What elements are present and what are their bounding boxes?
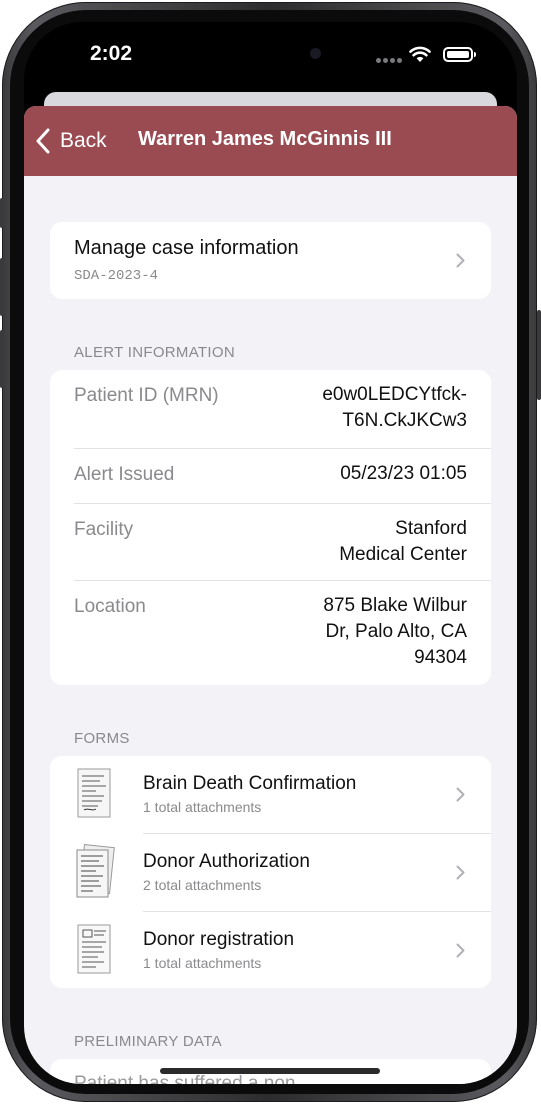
form-item-donor-registration[interactable]: Donor registration 1 total attachments: [50, 912, 491, 988]
row-value: Stanford Medical Center: [257, 516, 467, 568]
row-value: 875 Blake Wilbur Dr, Palo Alto, CA 94304: [257, 593, 467, 671]
home-indicator[interactable]: [160, 1068, 380, 1074]
manage-case-card[interactable]: Manage case information SDA-2023-4: [50, 222, 491, 299]
camera-icon: [310, 48, 321, 59]
document-thumbnail-icon: [77, 924, 111, 974]
chevron-right-icon: [456, 865, 465, 880]
row-label: Patient ID (MRN): [74, 385, 219, 406]
facility-value-line1: Stanford: [395, 518, 467, 539]
alert-row-mrn: Patient ID (MRN) e0w0LEDCYtfck- T6N.CkJK…: [50, 370, 491, 448]
back-button[interactable]: Back: [36, 124, 107, 158]
alert-row-location: Location 875 Blake Wilbur Dr, Palo Alto,…: [50, 581, 491, 685]
form-attachments: 1 total attachments: [143, 955, 262, 971]
facility-value-line2: Medical Center: [339, 544, 467, 565]
row-label: Alert Issued: [74, 464, 175, 485]
row-value: e0w0LEDCYtfck- T6N.CkJKCw3: [257, 382, 467, 434]
signal-icon: [376, 58, 402, 64]
document-thumbnail-icon: [77, 768, 111, 818]
alert-row-facility: Facility Stanford Medical Center: [50, 504, 491, 580]
chevron-right-icon: [456, 943, 465, 958]
back-chevron-icon: [36, 128, 50, 154]
section-header-alert: ALERT INFORMATION: [74, 344, 235, 361]
case-id: SDA-2023-4: [74, 268, 159, 284]
form-attachments: 1 total attachments: [143, 799, 262, 815]
manage-case-title: Manage case information: [74, 237, 299, 259]
screen: 2:02 Back Warren James McGinnis III Mana…: [24, 22, 517, 1084]
chevron-right-icon: [456, 253, 465, 268]
battery-icon: [443, 47, 476, 62]
form-title: Donor registration: [143, 929, 295, 950]
section-header-preliminary: PRELIMINARY DATA: [74, 1033, 222, 1050]
volume-down-button: [0, 330, 4, 388]
row-label: Location: [74, 596, 146, 617]
status-bar: 2:02: [24, 22, 517, 92]
preliminary-text: Patient has suffered a non: [74, 1073, 296, 1084]
form-attachments: 2 total attachments: [143, 877, 262, 893]
alert-row-issued: Alert Issued 05/23/23 01:05: [50, 449, 491, 503]
row-value: 05/23/23 01:05: [257, 461, 467, 487]
chevron-right-icon: [456, 787, 465, 802]
navigation-bar: Back Warren James McGinnis III: [24, 106, 517, 176]
mrn-value-line1: e0w0LEDCYtfck-: [322, 384, 467, 405]
form-title: Brain Death Confirmation: [143, 773, 357, 794]
status-time: 2:02: [90, 42, 133, 65]
dynamic-island: [209, 34, 335, 71]
action-button: [0, 198, 4, 228]
row-label: Facility: [74, 519, 134, 540]
form-item-brain-death[interactable]: Brain Death Confirmation 1 total attachm…: [50, 756, 491, 833]
form-title: Donor Authorization: [143, 851, 310, 872]
volume-up-button: [0, 258, 4, 316]
location-value-line1: 875 Blake Wilbur: [323, 595, 467, 616]
page-title: Warren James McGinnis III: [138, 128, 392, 150]
alert-info-card: Patient ID (MRN) e0w0LEDCYtfck- T6N.CkJK…: [50, 370, 491, 685]
location-value-line2: Dr, Palo Alto, CA: [325, 621, 467, 642]
case-detail-sheet: Back Warren James McGinnis III Manage ca…: [24, 106, 517, 1084]
alert-issued-value: 05/23/23 01:05: [340, 463, 467, 484]
side-button: [537, 310, 541, 400]
form-item-donor-authorization[interactable]: Donor Authorization 2 total attachments: [50, 834, 491, 911]
back-label: Back: [60, 129, 107, 152]
mrn-value-line2: T6N.CkJKCw3: [342, 410, 467, 431]
section-header-forms: FORMS: [74, 730, 130, 747]
forms-card: Brain Death Confirmation 1 total attachm…: [50, 756, 491, 988]
wifi-icon: [409, 46, 431, 62]
location-value-line3: 94304: [414, 647, 467, 668]
document-thumbnail-icon: [76, 844, 115, 898]
